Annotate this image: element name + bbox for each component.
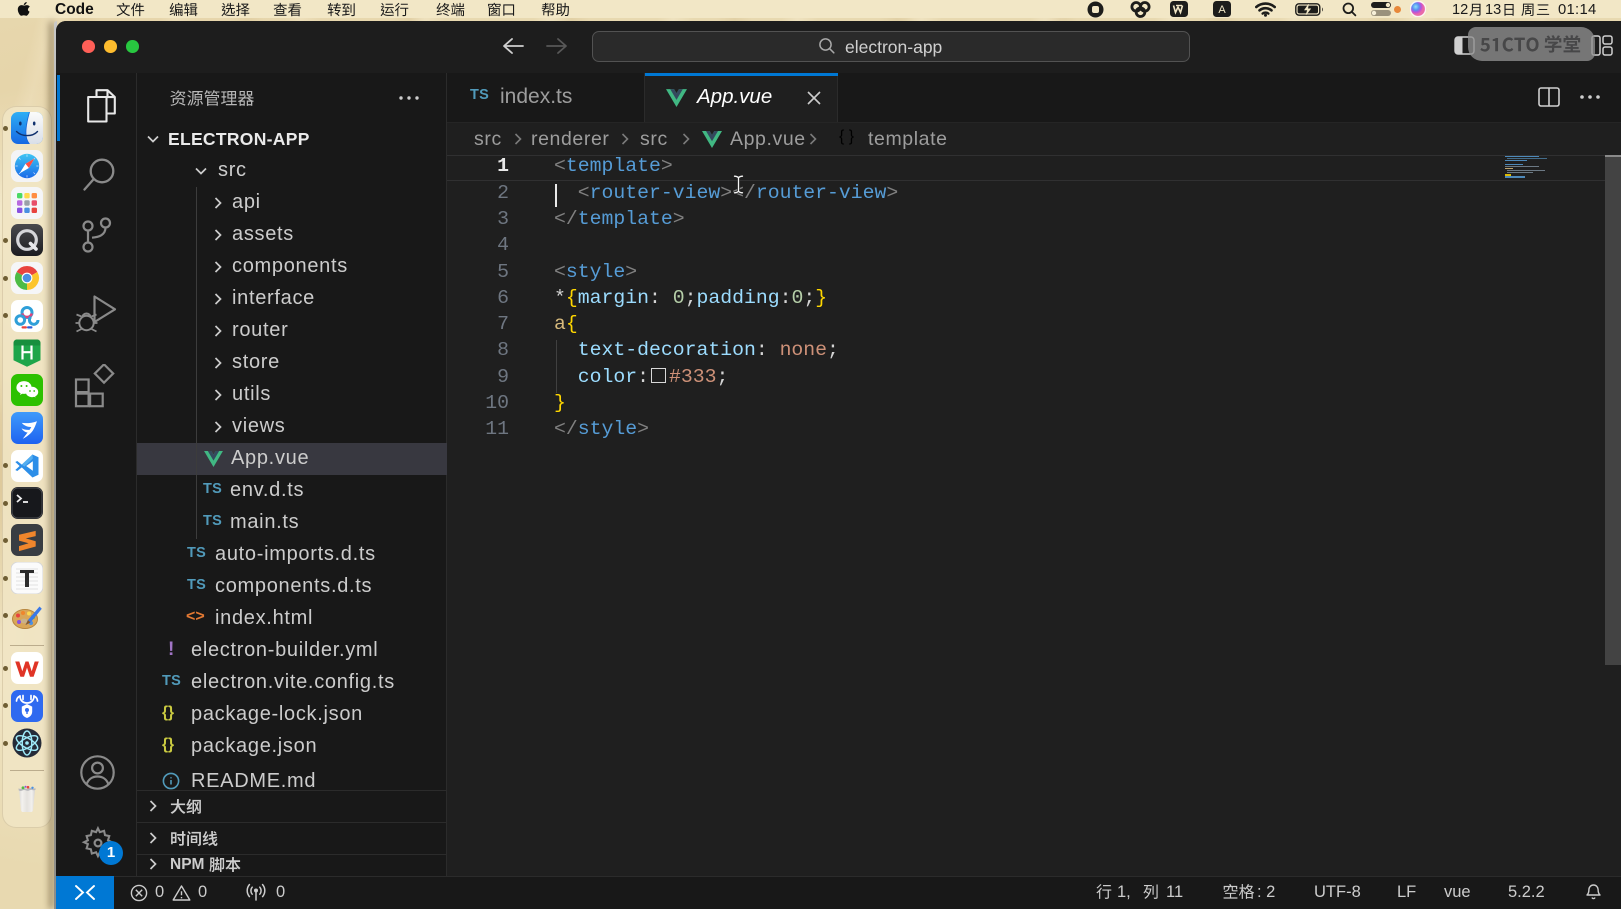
svg-text:A: A [1218, 4, 1226, 16]
